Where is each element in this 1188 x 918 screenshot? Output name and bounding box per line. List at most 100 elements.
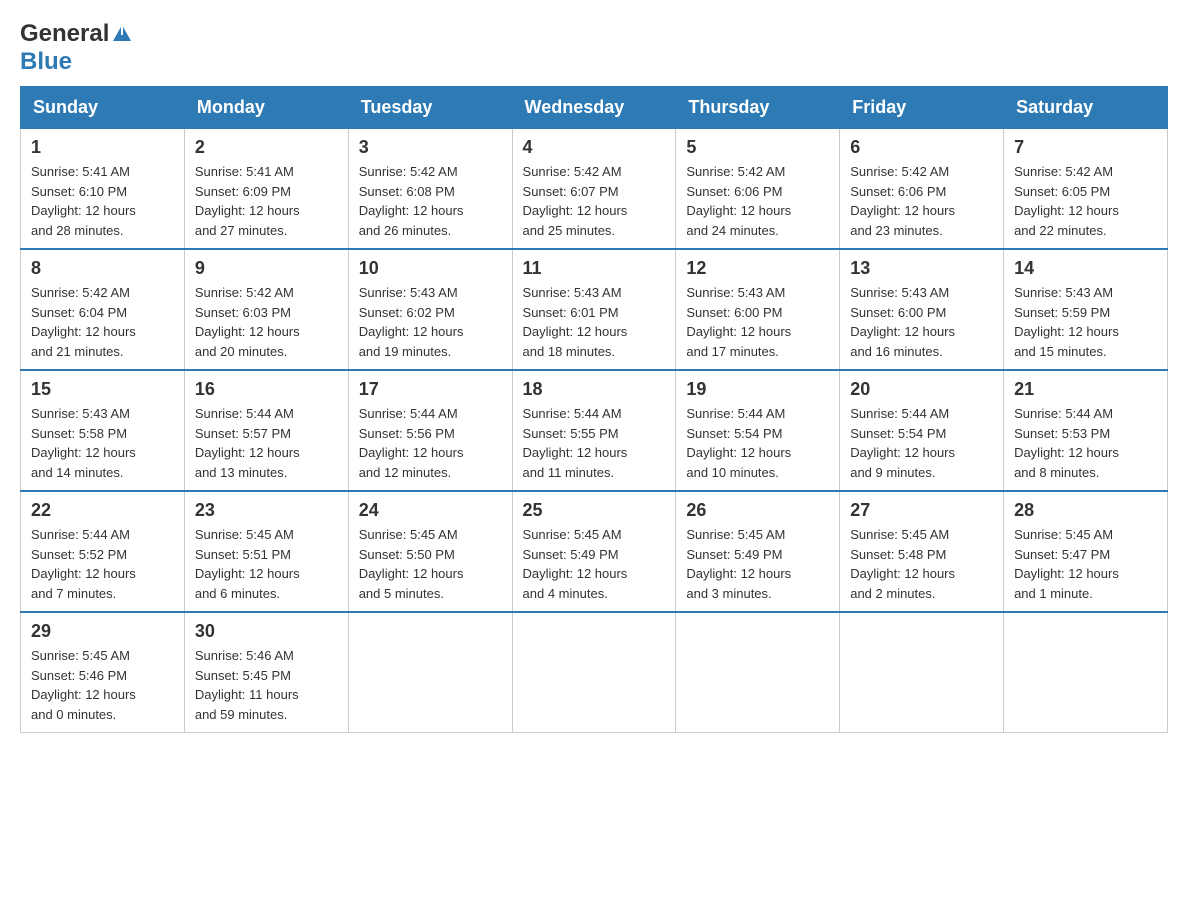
- col-header-saturday: Saturday: [1004, 87, 1168, 129]
- day-number: 1: [31, 137, 174, 158]
- day-info: Sunrise: 5:44 AMSunset: 5:53 PMDaylight:…: [1014, 404, 1157, 482]
- day-number: 5: [686, 137, 829, 158]
- day-cell: 2 Sunrise: 5:41 AMSunset: 6:09 PMDayligh…: [184, 129, 348, 250]
- week-row-3: 15 Sunrise: 5:43 AMSunset: 5:58 PMDaylig…: [21, 370, 1168, 491]
- header: General Blue: [20, 20, 1168, 76]
- day-number: 22: [31, 500, 174, 521]
- day-number: 14: [1014, 258, 1157, 279]
- day-cell: [512, 612, 676, 733]
- day-cell: 13 Sunrise: 5:43 AMSunset: 6:00 PMDaylig…: [840, 249, 1004, 370]
- day-number: 8: [31, 258, 174, 279]
- day-cell: 4 Sunrise: 5:42 AMSunset: 6:07 PMDayligh…: [512, 129, 676, 250]
- day-cell: 6 Sunrise: 5:42 AMSunset: 6:06 PMDayligh…: [840, 129, 1004, 250]
- logo-general-text: General: [20, 20, 109, 48]
- day-cell: 10 Sunrise: 5:43 AMSunset: 6:02 PMDaylig…: [348, 249, 512, 370]
- day-number: 12: [686, 258, 829, 279]
- day-cell: [348, 612, 512, 733]
- day-info: Sunrise: 5:42 AMSunset: 6:06 PMDaylight:…: [686, 162, 829, 240]
- logo: General Blue: [20, 20, 135, 76]
- col-header-tuesday: Tuesday: [348, 87, 512, 129]
- day-number: 26: [686, 500, 829, 521]
- day-cell: 14 Sunrise: 5:43 AMSunset: 5:59 PMDaylig…: [1004, 249, 1168, 370]
- day-info: Sunrise: 5:42 AMSunset: 6:06 PMDaylight:…: [850, 162, 993, 240]
- day-number: 25: [523, 500, 666, 521]
- day-cell: 29 Sunrise: 5:45 AMSunset: 5:46 PMDaylig…: [21, 612, 185, 733]
- day-cell: 19 Sunrise: 5:44 AMSunset: 5:54 PMDaylig…: [676, 370, 840, 491]
- day-number: 19: [686, 379, 829, 400]
- day-info: Sunrise: 5:42 AMSunset: 6:08 PMDaylight:…: [359, 162, 502, 240]
- day-info: Sunrise: 5:42 AMSunset: 6:05 PMDaylight:…: [1014, 162, 1157, 240]
- day-number: 28: [1014, 500, 1157, 521]
- day-cell: 8 Sunrise: 5:42 AMSunset: 6:04 PMDayligh…: [21, 249, 185, 370]
- day-number: 24: [359, 500, 502, 521]
- day-number: 21: [1014, 379, 1157, 400]
- day-cell: 5 Sunrise: 5:42 AMSunset: 6:06 PMDayligh…: [676, 129, 840, 250]
- day-cell: [676, 612, 840, 733]
- day-cell: 24 Sunrise: 5:45 AMSunset: 5:50 PMDaylig…: [348, 491, 512, 612]
- day-cell: [840, 612, 1004, 733]
- day-cell: 1 Sunrise: 5:41 AMSunset: 6:10 PMDayligh…: [21, 129, 185, 250]
- day-number: 30: [195, 621, 338, 642]
- day-info: Sunrise: 5:43 AMSunset: 5:59 PMDaylight:…: [1014, 283, 1157, 361]
- day-info: Sunrise: 5:42 AMSunset: 6:04 PMDaylight:…: [31, 283, 174, 361]
- day-info: Sunrise: 5:44 AMSunset: 5:54 PMDaylight:…: [850, 404, 993, 482]
- day-number: 6: [850, 137, 993, 158]
- day-info: Sunrise: 5:41 AMSunset: 6:09 PMDaylight:…: [195, 162, 338, 240]
- day-number: 23: [195, 500, 338, 521]
- col-header-thursday: Thursday: [676, 87, 840, 129]
- day-cell: 3 Sunrise: 5:42 AMSunset: 6:08 PMDayligh…: [348, 129, 512, 250]
- day-number: 29: [31, 621, 174, 642]
- day-cell: 28 Sunrise: 5:45 AMSunset: 5:47 PMDaylig…: [1004, 491, 1168, 612]
- day-number: 11: [523, 258, 666, 279]
- day-number: 16: [195, 379, 338, 400]
- day-cell: 25 Sunrise: 5:45 AMSunset: 5:49 PMDaylig…: [512, 491, 676, 612]
- day-cell: 15 Sunrise: 5:43 AMSunset: 5:58 PMDaylig…: [21, 370, 185, 491]
- day-info: Sunrise: 5:45 AMSunset: 5:49 PMDaylight:…: [686, 525, 829, 603]
- day-info: Sunrise: 5:45 AMSunset: 5:51 PMDaylight:…: [195, 525, 338, 603]
- day-info: Sunrise: 5:44 AMSunset: 5:56 PMDaylight:…: [359, 404, 502, 482]
- day-info: Sunrise: 5:44 AMSunset: 5:52 PMDaylight:…: [31, 525, 174, 603]
- day-number: 18: [523, 379, 666, 400]
- day-number: 2: [195, 137, 338, 158]
- week-row-4: 22 Sunrise: 5:44 AMSunset: 5:52 PMDaylig…: [21, 491, 1168, 612]
- logo-blue-text: Blue: [20, 48, 72, 75]
- day-info: Sunrise: 5:44 AMSunset: 5:55 PMDaylight:…: [523, 404, 666, 482]
- day-number: 13: [850, 258, 993, 279]
- col-header-sunday: Sunday: [21, 87, 185, 129]
- day-info: Sunrise: 5:43 AMSunset: 6:00 PMDaylight:…: [850, 283, 993, 361]
- day-cell: 7 Sunrise: 5:42 AMSunset: 6:05 PMDayligh…: [1004, 129, 1168, 250]
- day-number: 15: [31, 379, 174, 400]
- day-info: Sunrise: 5:45 AMSunset: 5:49 PMDaylight:…: [523, 525, 666, 603]
- day-info: Sunrise: 5:46 AMSunset: 5:45 PMDaylight:…: [195, 646, 338, 724]
- day-info: Sunrise: 5:43 AMSunset: 6:02 PMDaylight:…: [359, 283, 502, 361]
- day-info: Sunrise: 5:42 AMSunset: 6:03 PMDaylight:…: [195, 283, 338, 361]
- day-info: Sunrise: 5:45 AMSunset: 5:46 PMDaylight:…: [31, 646, 174, 724]
- day-cell: 18 Sunrise: 5:44 AMSunset: 5:55 PMDaylig…: [512, 370, 676, 491]
- day-info: Sunrise: 5:45 AMSunset: 5:48 PMDaylight:…: [850, 525, 993, 603]
- day-number: 7: [1014, 137, 1157, 158]
- day-cell: 20 Sunrise: 5:44 AMSunset: 5:54 PMDaylig…: [840, 370, 1004, 491]
- day-number: 3: [359, 137, 502, 158]
- week-row-1: 1 Sunrise: 5:41 AMSunset: 6:10 PMDayligh…: [21, 129, 1168, 250]
- day-cell: 27 Sunrise: 5:45 AMSunset: 5:48 PMDaylig…: [840, 491, 1004, 612]
- day-number: 10: [359, 258, 502, 279]
- calendar-table: SundayMondayTuesdayWednesdayThursdayFrid…: [20, 86, 1168, 733]
- day-number: 27: [850, 500, 993, 521]
- day-cell: [1004, 612, 1168, 733]
- day-cell: 9 Sunrise: 5:42 AMSunset: 6:03 PMDayligh…: [184, 249, 348, 370]
- col-header-friday: Friday: [840, 87, 1004, 129]
- day-info: Sunrise: 5:41 AMSunset: 6:10 PMDaylight:…: [31, 162, 174, 240]
- day-cell: 26 Sunrise: 5:45 AMSunset: 5:49 PMDaylig…: [676, 491, 840, 612]
- day-info: Sunrise: 5:43 AMSunset: 5:58 PMDaylight:…: [31, 404, 174, 482]
- day-cell: 21 Sunrise: 5:44 AMSunset: 5:53 PMDaylig…: [1004, 370, 1168, 491]
- day-cell: 22 Sunrise: 5:44 AMSunset: 5:52 PMDaylig…: [21, 491, 185, 612]
- day-info: Sunrise: 5:45 AMSunset: 5:47 PMDaylight:…: [1014, 525, 1157, 603]
- day-info: Sunrise: 5:43 AMSunset: 6:00 PMDaylight:…: [686, 283, 829, 361]
- col-header-wednesday: Wednesday: [512, 87, 676, 129]
- day-info: Sunrise: 5:44 AMSunset: 5:57 PMDaylight:…: [195, 404, 338, 482]
- day-cell: 23 Sunrise: 5:45 AMSunset: 5:51 PMDaylig…: [184, 491, 348, 612]
- day-number: 20: [850, 379, 993, 400]
- calendar-header-row: SundayMondayTuesdayWednesdayThursdayFrid…: [21, 87, 1168, 129]
- week-row-2: 8 Sunrise: 5:42 AMSunset: 6:04 PMDayligh…: [21, 249, 1168, 370]
- day-cell: 11 Sunrise: 5:43 AMSunset: 6:01 PMDaylig…: [512, 249, 676, 370]
